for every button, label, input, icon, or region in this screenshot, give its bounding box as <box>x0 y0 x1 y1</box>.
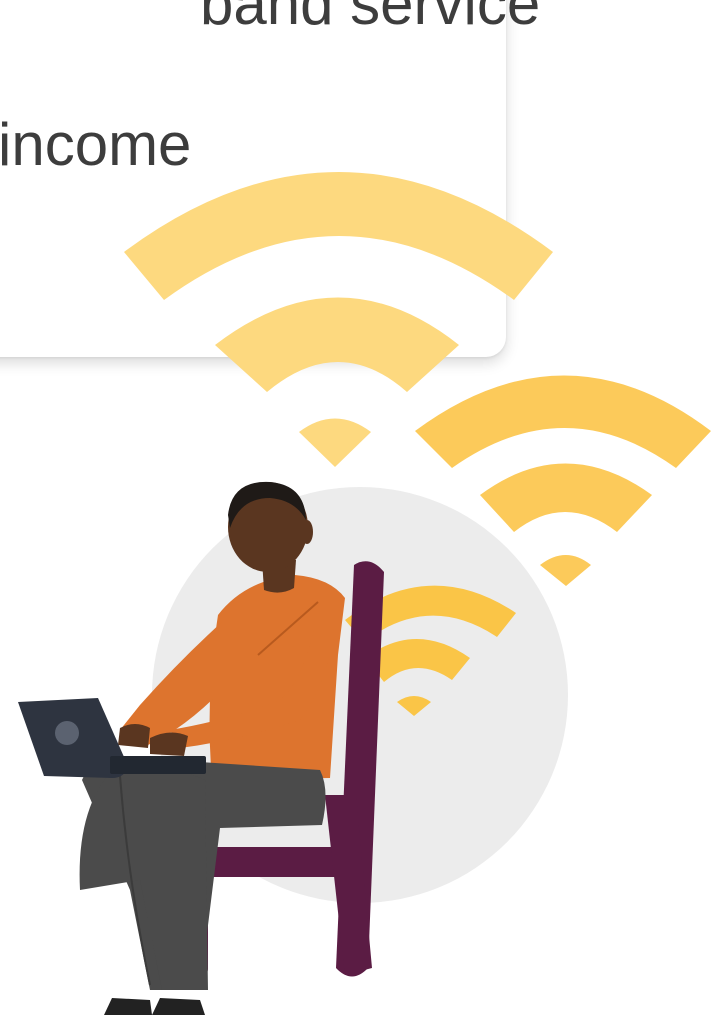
page: band service income <box>0 0 711 1015</box>
wifi-person-illustration <box>18 172 711 1015</box>
logo-dot <box>55 721 79 745</box>
